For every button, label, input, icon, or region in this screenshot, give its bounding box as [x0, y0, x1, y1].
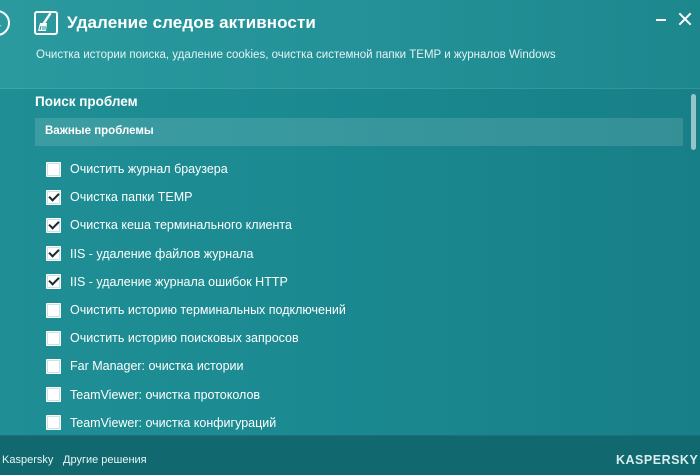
list-item[interactable]: Очистка папки TEMP: [46, 183, 676, 211]
list-item[interactable]: TeamViewer: очистка протоколов: [46, 381, 676, 409]
checkbox[interactable]: [46, 161, 61, 177]
scrollbar[interactable]: [691, 92, 696, 422]
checkbox-checked[interactable]: [46, 217, 61, 233]
group-title: Важные проблемы: [45, 125, 154, 137]
checkbox[interactable]: [46, 330, 61, 346]
scroll-thumb[interactable]: [691, 94, 696, 150]
checkbox-checked[interactable]: [46, 274, 61, 290]
list-item[interactable]: IIS - удаление журнала ошибок HTTP: [46, 268, 676, 296]
footer: Kaspersky Другие решения KASPERSKY: [0, 435, 700, 475]
window-subtitle: Очистка истории поиска, удаление cookies…: [36, 49, 556, 61]
checkbox[interactable]: [46, 358, 61, 374]
item-label: IIS - удаление файлов журнала: [70, 246, 254, 261]
checkbox-checked[interactable]: [46, 189, 61, 205]
checkbox[interactable]: [46, 387, 61, 403]
list-item[interactable]: Очистить историю поисковых запросов: [46, 324, 676, 352]
broom-icon: [34, 11, 58, 35]
item-label: TeamViewer: очистка конфигураций: [70, 415, 277, 430]
item-label: Очистка папки TEMP: [70, 190, 193, 205]
problems-list: Очистить журнал браузера Очистка папки T…: [46, 155, 676, 437]
list-item[interactable]: Очистка кеша терминального клиента: [46, 211, 676, 239]
back-button[interactable]: ←: [0, 10, 10, 36]
back-arrow-icon: ←: [0, 16, 4, 31]
minimize-icon[interactable]: [656, 19, 666, 21]
item-label: Far Manager: очистка истории: [70, 359, 244, 374]
group-header: Важные проблемы: [35, 118, 683, 146]
item-label: IIS - удаление журнала ошибок HTTP: [70, 274, 288, 289]
section-title: Поиск проблем: [35, 94, 138, 109]
list-item[interactable]: TeamViewer: очистка конфигураций: [46, 409, 676, 437]
close-icon[interactable]: [678, 12, 692, 26]
list-item[interactable]: Far Manager: очистка истории: [46, 352, 676, 380]
brand-logo: KASPERSKY: [616, 453, 699, 467]
other-solutions-link[interactable]: Другие решения: [63, 454, 147, 466]
checkbox[interactable]: [46, 415, 61, 431]
checkbox-checked[interactable]: [46, 246, 61, 262]
checkbox[interactable]: [46, 302, 61, 318]
item-label: Очистить историю поисковых запросов: [70, 331, 299, 346]
list-item[interactable]: Очистить историю терминальных подключени…: [46, 296, 676, 324]
window-title: Удаление следов активности: [67, 13, 316, 32]
item-label: Очистить журнал браузера: [70, 162, 228, 177]
list-item[interactable]: Очистить журнал браузера: [46, 155, 676, 183]
kaspersky-link[interactable]: Kaspersky: [2, 454, 53, 466]
header: ← Удаление следов активности Очистка ист…: [0, 0, 700, 89]
item-label: Очистить историю терминальных подключени…: [70, 303, 346, 318]
list-item[interactable]: IIS - удаление файлов журнала: [46, 240, 676, 268]
item-label: Очистка кеша терминального клиента: [70, 218, 292, 233]
item-label: TeamViewer: очистка протоколов: [70, 387, 261, 402]
